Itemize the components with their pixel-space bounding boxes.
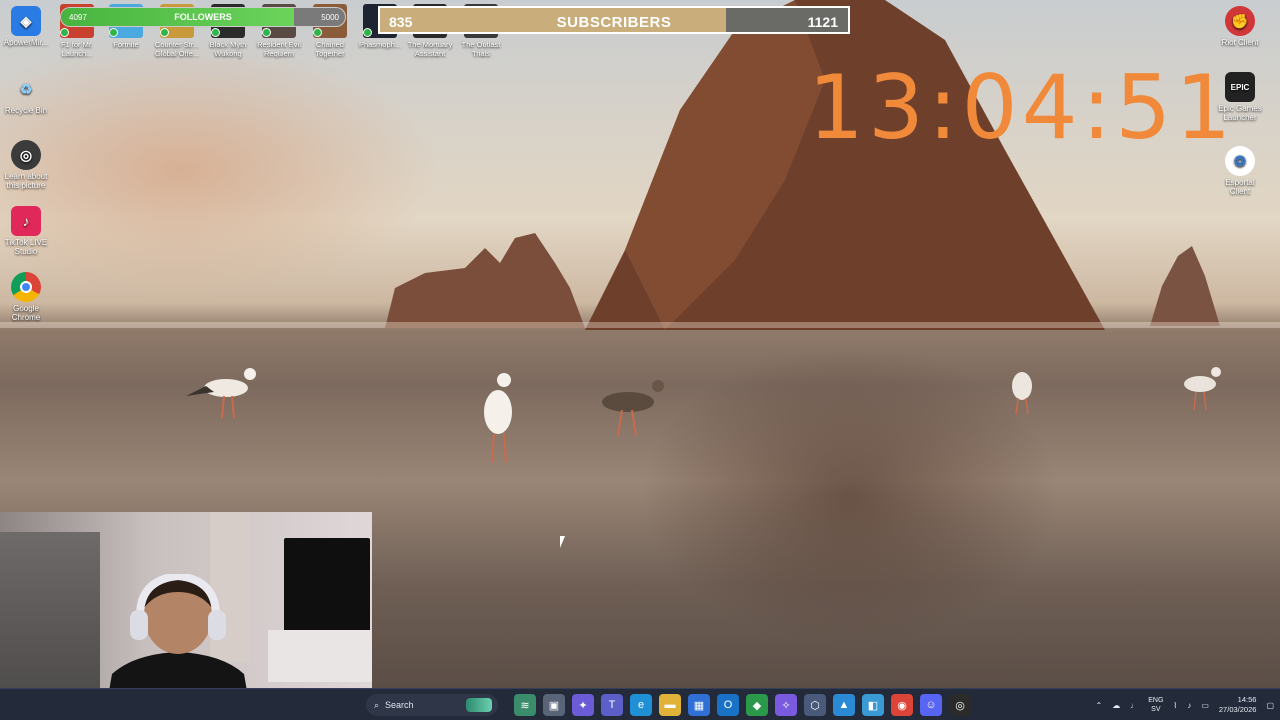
camera-icon: ◎ [11,140,41,170]
apowermirror-icon: ◈ [11,6,41,36]
mouse-cursor [560,536,570,548]
check-icon [363,28,372,37]
check-icon [109,28,118,37]
desktop-icon-label: Esportal Client [1225,178,1255,196]
subscribers-goal-bar: 835 SUBSCRIBERS 1121 [378,6,850,34]
wifi-icon[interactable]: ⌇ [1173,701,1177,710]
webcam-tv [284,538,370,632]
stream-clock: 13:04:51 [808,56,1236,159]
vpn-icon[interactable]: ◆ [746,694,768,716]
sky-glow [0,40,440,300]
desktop-icon-label: ApowerMir... [3,38,49,47]
desktop-icon-label: Riot Client [1221,38,1259,47]
desktop-icon-label: Learn about this picture [4,172,48,190]
microphone-icon[interactable]: ♩ [1130,701,1138,710]
desktop-icon-label: The Mortuary Assistant [407,40,453,58]
seagull [1184,367,1221,411]
recycle-bin-icon: ♻ [19,80,33,97]
desktop-icon-chrome[interactable]: Google Chrome [0,272,52,322]
desktop-icon-tiktok-live[interactable]: ♪ TikTok LIVE Studio [0,206,52,256]
chevron-up-icon[interactable]: ⌃ [1096,701,1103,710]
taskbar: ⌕ Search ≋ ▣ ✦ Te ▬ ▦ O ◆ ✧ ⬡ ▲ ◧ ◉ ☺ ◎ ⌃ ☁ ♩ ENG SV ⌇… [0,688,1280,720]
copilot-app-icon[interactable]: ✧ [775,694,797,716]
desktop-icon-label: The Outlast Trials [461,40,501,58]
right-rock [1150,246,1220,326]
seagull [602,380,664,437]
taskbar-time: 14:56 [1237,695,1257,704]
shoreline [0,322,1280,328]
teams-icon[interactable]: T [601,694,623,716]
system-tray: ⌃ ☁ ♩ ENG SV ⌇ ♪ ▭ 14:56 27/03/2026 ▢ [1096,689,1274,720]
store-icon[interactable]: ▦ [688,694,710,716]
followers-goal-bar: 4097 FOLLOWERS 5000 [60,7,346,27]
search-icon: ⌕ [374,699,380,710]
check-icon [313,28,322,37]
desktop-icon-label: Phasmoph... [358,40,402,49]
desktop-icon-label: Resident Evil Requiem [257,40,301,58]
chrome-icon [11,272,41,302]
riot-client-icon: ✊ [1225,6,1255,36]
desktop-icon-apowermirror[interactable]: ◈ ApowerMir... [0,6,52,47]
discord-icon[interactable]: ☺ [920,694,942,716]
check-icon [160,28,169,37]
chrome-taskbar-icon[interactable]: ◉ [891,694,913,716]
notification-icon[interactable]: ▢ [1266,701,1274,710]
outlook-icon[interactable]: O [717,694,739,716]
search-highlight-icon [466,698,492,712]
obs-icon[interactable]: ◎ [949,694,971,716]
subscribers-label: SUBSCRIBERS [556,14,672,31]
tiktok-icon: ♪ [11,206,41,236]
desktop-icon-learn-picture[interactable]: ◎ Learn about this picture [0,140,52,190]
language-indicator[interactable]: ENG SV [1148,696,1163,714]
battery-icon[interactable]: ▭ [1201,701,1209,710]
file-explorer-icon[interactable]: ▬ [659,694,681,716]
desktop-icon-label: Fortnite [113,40,139,49]
haystack-rock [585,0,1105,330]
taskbar-search-placeholder: Search [385,700,414,710]
taskbar-search[interactable]: ⌕ Search [366,694,498,716]
seagull [186,368,256,419]
language-code: ENG [1148,697,1164,704]
copilot-icon[interactable]: ✦ [572,694,594,716]
desktop-icon-label: TikTok LIVE Studio [4,238,48,256]
followers-label: FOLLOWERS [174,12,232,22]
desktop-icon-riot-client[interactable]: ✊ Riot Client [1214,6,1266,47]
volume-icon[interactable]: ♪ [1187,701,1191,710]
clock-date[interactable]: 14:56 27/03/2026 [1219,695,1257,715]
keyboard-layout: SV [1151,706,1161,713]
check-icon [60,28,69,37]
desktop-icon-label: F1 for Mr. Launch... [60,40,94,58]
check-icon [211,28,220,37]
task-view-icon[interactable]: ▣ [543,694,565,716]
seagull [1012,372,1032,415]
desktop-icon-label: Black Myth Wukong [209,40,247,58]
webcam-cabinet [268,630,372,682]
needle-rocks [385,233,585,328]
desktop-icon-label: Counter Str... Global Offe... [154,40,200,58]
app-icon[interactable]: ⬡ [804,694,826,716]
cloud-icon[interactable]: ☁ [1112,701,1120,710]
subscribers-goal-value: 1121 [807,14,838,30]
taskbar-date: 27/03/2026 [1218,705,1257,714]
screen-snip-icon[interactable]: ◧ [862,694,884,716]
edge-icon[interactable]: e [630,694,652,716]
desktop-icon-label: Google Chrome [11,304,41,322]
widgets-icon[interactable]: ≋ [514,694,536,716]
seagull [484,373,512,463]
rock-reflection [640,345,1060,645]
followers-goal-value: 5000 [321,13,339,22]
taskbar-pinned-apps: ≋ ▣ ✦ Te ▬ ▦ O ◆ ✧ ⬡ ▲ ◧ ◉ ☺ ◎ [514,694,971,716]
check-icon [262,28,271,37]
photos-icon[interactable]: ▲ [833,694,855,716]
desktop-icon-label: Recycle Bin [4,106,48,115]
desktop-icon-label: Chained Together [315,40,345,58]
desktop-icon-recycle-bin[interactable]: ♻ Recycle Bin [0,74,52,116]
